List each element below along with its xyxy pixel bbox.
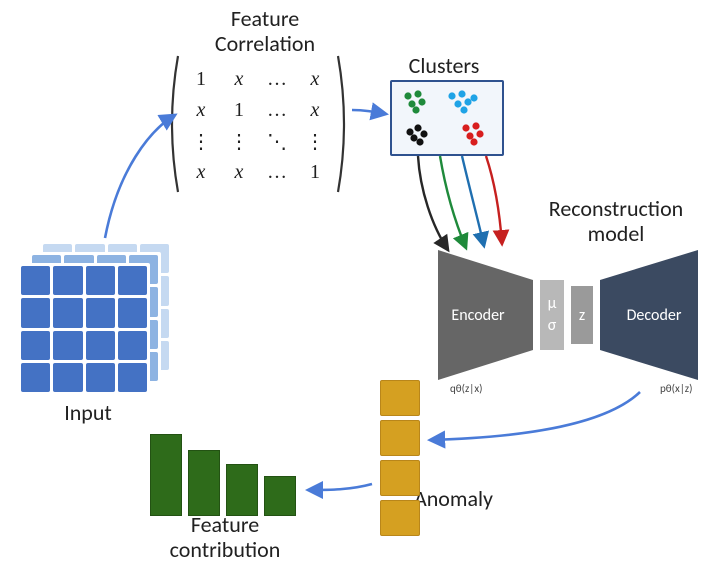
anomaly-cell [380,380,420,416]
bar [150,434,182,516]
arrow-cluster-blue [462,156,484,246]
matrix-cell: ⋱ [267,129,287,154]
matrix-cell: … [267,161,287,184]
input-grid-front [18,263,150,395]
p-distribution-label: pθ(x|z) [660,382,692,395]
matrix-cell: x [311,99,320,122]
clusters-label: Clusters [394,53,494,78]
bar [226,464,258,516]
mu-label: μ [548,294,557,313]
arrow-matrix-to-clusters [352,110,386,114]
clusters-scatter-icon [392,82,502,154]
correlation-matrix: 1 x … x x 1 … x ⋮ ⋮ ⋱ ⋮ x x … 1 [168,60,348,192]
clusters-panel [390,80,504,156]
anomaly-cell [380,500,420,536]
bar [264,476,296,516]
reconstruction-model-label: Reconstructionmodel [536,196,696,247]
arrow-cluster-black [418,156,448,250]
input-grids [18,241,168,391]
matrix-paren-right-icon [336,54,352,194]
sigma-label: σ [548,316,557,335]
matrix-cell: x [311,68,320,91]
matrix-cell: x [235,161,244,184]
arrow-anomaly-to-bars [308,484,372,490]
input-label: Input [33,400,143,425]
anomaly-cell [380,420,420,456]
matrix-cell: 1 [310,161,320,184]
arrow-cluster-green [440,156,466,248]
encoder-label: Encoder [451,306,505,325]
matrix-cell: 1 [234,99,244,122]
matrix-cell: ⋮ [229,129,249,154]
arrow-cluster-red [486,156,502,244]
bar [188,450,220,516]
anomaly-label: Anomaly [414,486,524,511]
matrix-cell: ⋮ [305,129,325,154]
decoder-label: Decoder [627,306,682,325]
z-label: z [579,306,585,325]
feature-correlation-label: FeatureCorrelation [210,6,320,57]
anomaly-column [380,380,420,536]
matrix-paren-left-icon [164,54,180,194]
matrix-cell: x [197,99,206,122]
anomaly-cell [380,460,420,496]
reconstruction-model: Encoder μ σ z Decoder qθ(z|x) pθ(x|z) [438,250,698,380]
feature-contribution-label: Featurecontribution [150,512,300,563]
matrix-cell: x [235,68,244,91]
matrix-cell: 1 [196,68,206,91]
feature-contribution-bars [150,430,300,516]
q-distribution-label: qθ(z|x) [450,382,482,395]
mu-sigma-block [540,280,564,350]
matrix-cell: … [267,99,287,122]
arrow-model-to-anomaly [430,392,640,440]
matrix-cell: … [267,68,287,91]
matrix-cell: ⋮ [191,129,211,154]
matrix-cell: x [197,161,206,184]
